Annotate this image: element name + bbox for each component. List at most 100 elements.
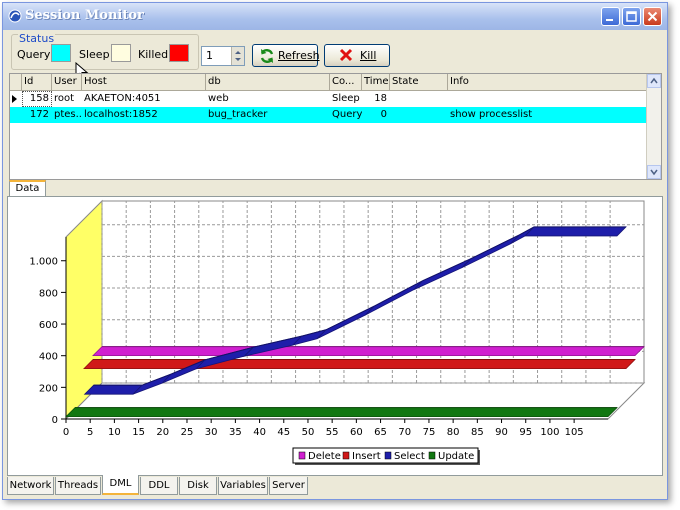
cell-command[interactable]: Sleep: [330, 91, 362, 107]
scroll-up-icon: [650, 77, 658, 84]
cell-db[interactable]: web: [206, 91, 330, 107]
sleep-color-swatch[interactable]: [111, 44, 131, 62]
query-color-swatch[interactable]: [51, 44, 71, 62]
refresh-icon: [260, 49, 274, 63]
cell-host[interactable]: AKAETON:4051: [82, 91, 206, 107]
cell-user[interactable]: ptes...: [52, 107, 82, 123]
kill-button[interactable]: Kill: [324, 44, 390, 67]
tab-variables[interactable]: Variables: [218, 477, 268, 495]
grid-header: Id User Host db Co... Time State Info: [10, 74, 650, 91]
cell-state[interactable]: [390, 91, 448, 107]
chart-x-tick-label: 0: [63, 427, 69, 438]
chart-y-tick-label: 0: [52, 415, 58, 426]
chart-x-tick-label: 75: [423, 427, 436, 438]
table-row[interactable]: 172 ptes... localhost:1852 bug_tracker Q…: [10, 107, 650, 123]
legend-swatch-insert: [342, 451, 350, 460]
chart-x-tick-label: 40: [253, 427, 266, 438]
chart-x-tick-label: 50: [302, 427, 315, 438]
cell-command[interactable]: Query: [330, 107, 362, 123]
spinner-arrows-icon: [235, 51, 241, 61]
cell-time[interactable]: 0: [362, 107, 390, 123]
kill-x-icon: [339, 48, 353, 62]
chart-x-tick-label: 15: [132, 427, 145, 438]
title-bar[interactable]: Session Monitor: [3, 3, 667, 30]
scroll-up-button[interactable]: [647, 74, 661, 88]
minimize-button[interactable]: [601, 7, 620, 26]
killed-color-swatch[interactable]: [169, 44, 189, 62]
cell-user[interactable]: root: [52, 91, 82, 107]
chart-x-tick-label: 105: [565, 427, 584, 438]
cell-host[interactable]: localhost:1852: [82, 107, 206, 123]
session-grid[interactable]: Id User Host db Co... Time State Info 15…: [9, 73, 662, 180]
series-select-ribbon: [83, 384, 144, 395]
table-row[interactable]: 158 root AKAETON:4051 web Sleep 18: [10, 91, 650, 107]
tab-server[interactable]: Server: [269, 477, 308, 495]
refresh-button[interactable]: Refresh: [252, 44, 320, 67]
chart-x-tick-label: 45: [277, 427, 290, 438]
column-header-user[interactable]: User: [52, 74, 82, 90]
legend-swatch-delete: [298, 451, 306, 460]
chart-x-tick-label: 25: [181, 427, 194, 438]
chart-x-tick-label: 70: [398, 427, 411, 438]
legend-swatch-update: [428, 451, 436, 460]
chart-x-tick-label: 55: [326, 427, 339, 438]
cell-time[interactable]: 18: [362, 91, 390, 107]
cell-state[interactable]: [390, 107, 448, 123]
indicator-header: [10, 74, 22, 90]
cell-info[interactable]: show processlist: [448, 107, 648, 123]
sleep-label: Sleep: [79, 48, 110, 61]
chart-x-tick-label: 5: [87, 427, 93, 438]
series-insert-ribbon: [83, 359, 636, 369]
refresh-interval-spinner[interactable]: 1: [201, 46, 245, 66]
chart-x-tick-label: 30: [205, 427, 218, 438]
chart-x-tick-label: 95: [519, 427, 532, 438]
chart-x-tick-label: 60: [350, 427, 363, 438]
column-header-command[interactable]: Co...: [330, 74, 362, 90]
spinner-value: 1: [206, 49, 213, 62]
series-update-ribbon: [65, 407, 618, 418]
window-title: Session Monitor: [25, 8, 144, 23]
row-pointer-icon: [12, 95, 17, 103]
chart-y-tick-label: 400: [39, 352, 58, 363]
killed-label: Killed: [138, 48, 169, 61]
tab-disk[interactable]: Disk: [179, 477, 217, 495]
column-header-id[interactable]: Id: [22, 74, 52, 90]
column-header-info[interactable]: Info: [448, 74, 648, 90]
scroll-down-icon: [650, 169, 658, 176]
minimize-icon: [606, 19, 613, 21]
close-icon: [647, 11, 658, 22]
cell-info[interactable]: [448, 91, 648, 107]
cell-db[interactable]: bug_tracker: [206, 107, 330, 123]
spinner-buttons[interactable]: [231, 47, 244, 65]
tab-network[interactable]: Network: [7, 477, 54, 495]
cell-id[interactable]: 172: [22, 107, 52, 123]
maximize-button[interactable]: [622, 7, 641, 26]
tab-dml[interactable]: DML: [102, 475, 139, 495]
tab-data[interactable]: Data: [9, 180, 46, 197]
tab-threads[interactable]: Threads: [55, 477, 101, 495]
grid-vertical-scrollbar[interactable]: [646, 74, 661, 179]
chart-x-tick-label: 10: [108, 427, 121, 438]
legend-swatch-select: [384, 451, 392, 460]
refresh-button-label: Refresh: [278, 49, 320, 62]
column-header-state[interactable]: State: [390, 74, 448, 90]
chart-x-tick-label: 20: [156, 427, 169, 438]
chart-y-tick-label: 600: [39, 320, 58, 331]
maximize-icon: [626, 11, 637, 22]
close-button[interactable]: [643, 7, 662, 26]
column-header-time[interactable]: Time: [362, 74, 390, 90]
dml-operations-chart: DML Operations02004006008001.00005101520…: [29, 199, 646, 465]
status-group-label: Status: [18, 32, 56, 45]
tab-ddl[interactable]: DDL: [140, 477, 178, 495]
session-monitor-window: Session Monitor Status Query Sleep Kille…: [2, 2, 668, 500]
column-header-host[interactable]: Host: [82, 74, 206, 90]
series-select-ribbon: [524, 226, 627, 237]
chart-x-tick-label: 90: [495, 427, 508, 438]
chart-x-tick-label: 80: [447, 427, 460, 438]
column-header-db[interactable]: db: [206, 74, 330, 90]
scroll-down-button[interactable]: [647, 165, 661, 179]
legend-label-select: Select: [394, 451, 425, 462]
cell-id[interactable]: 158: [22, 91, 52, 107]
legend-label-delete: Delete: [308, 451, 341, 462]
chart-y-tick-label: 800: [39, 288, 58, 299]
